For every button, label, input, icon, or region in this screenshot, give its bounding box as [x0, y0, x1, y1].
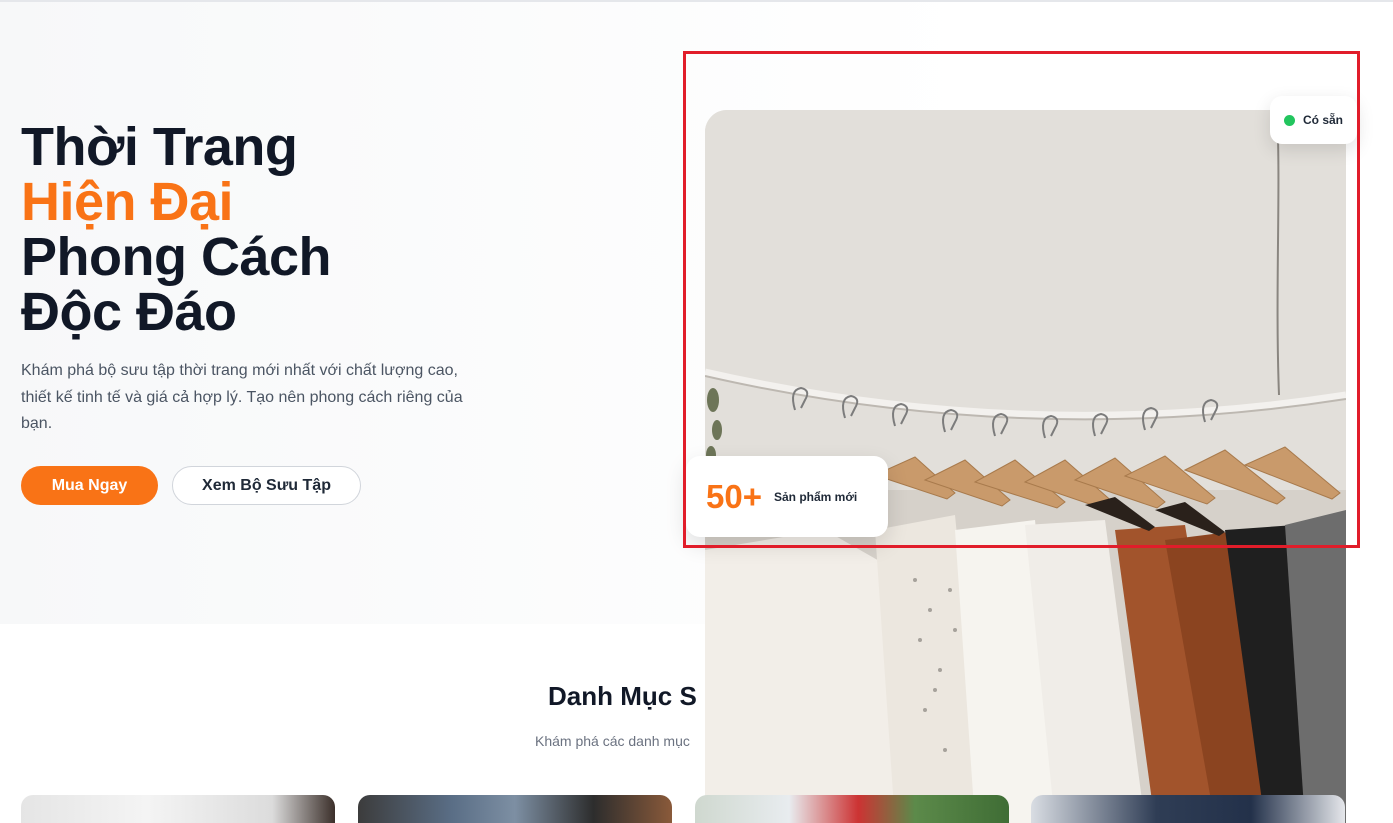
hero-description: Khám phá bộ sưu tập thời trang mới nhất …	[21, 362, 463, 432]
category-card-tshirts[interactable]	[21, 795, 335, 823]
shop-now-button[interactable]: Mua Ngay	[21, 466, 158, 505]
hero-title: Thời Trang Hiện Đại Phong Cách Độc Đáo	[21, 120, 541, 340]
stat-label: Sản phẩm mới	[773, 489, 858, 504]
category-card-dresses[interactable]	[695, 795, 1009, 823]
hero-title-line4: Độc Đáo	[21, 282, 237, 342]
status-dot-icon	[1284, 114, 1295, 126]
new-products-stat-card: 50+ Sản phẩm mới	[686, 456, 888, 537]
category-card-jeans[interactable]	[358, 795, 672, 823]
categories-section-title: Danh Mục S	[548, 681, 697, 711]
hero-title-line3: Phong Cách	[21, 227, 332, 287]
view-collection-button[interactable]: Xem Bộ Sưu Tập	[172, 466, 361, 505]
hero-title-accent: Hiện Đại	[21, 172, 234, 232]
hero-title-line1: Thời Trang	[21, 117, 298, 177]
availability-badge: Có sẵn	[1270, 96, 1357, 144]
availability-label: Có sẵn	[1303, 113, 1344, 127]
stat-value: 50+	[706, 477, 762, 515]
category-card-jackets[interactable]	[1031, 795, 1345, 823]
categories-section-subtitle: Khám phá các danh mục	[535, 733, 690, 749]
